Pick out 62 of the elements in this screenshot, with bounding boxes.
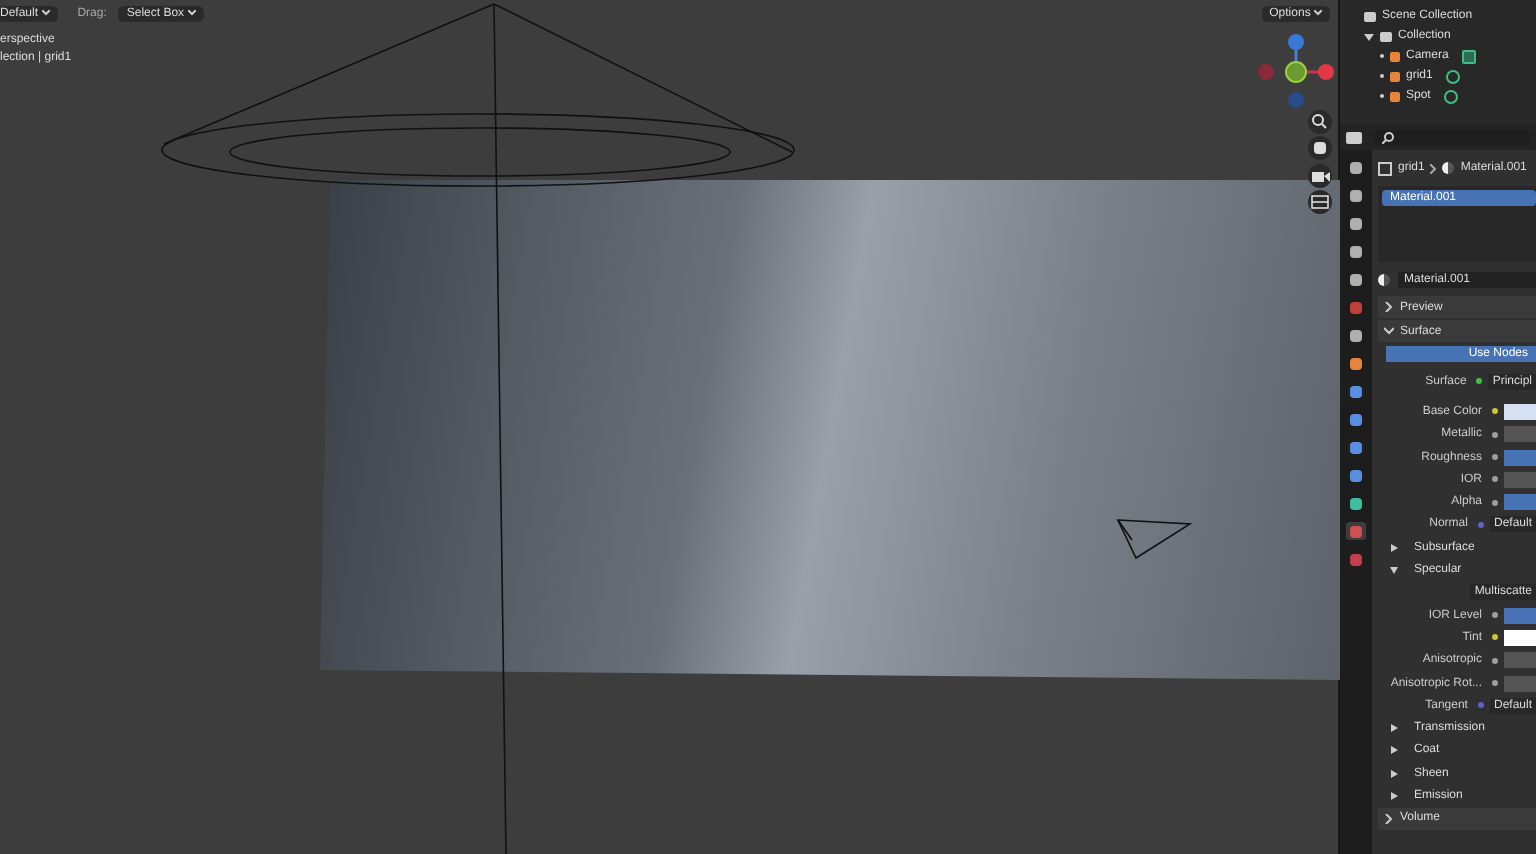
light-data-icon[interactable]: [1444, 89, 1459, 103]
properties-tab-icon[interactable]: [1346, 438, 1366, 456]
properties-tab-icon[interactable]: [1346, 214, 1366, 232]
grid-icon[interactable]: [1308, 190, 1332, 214]
properties-tab-icon[interactable]: [1346, 354, 1366, 372]
properties-tab-icon[interactable]: [1346, 298, 1366, 316]
color-swatch[interactable]: [1504, 629, 1536, 646]
triangle-icon: [1390, 566, 1398, 575]
caret-icon: [187, 10, 196, 16]
triangle-icon: [1390, 543, 1398, 552]
socket-icon[interactable]: [1492, 408, 1498, 415]
triangle-icon: [1390, 746, 1398, 755]
value-field[interactable]: [1504, 675, 1536, 691]
camera-data-icon[interactable]: [1462, 49, 1477, 63]
search-field[interactable]: [1374, 129, 1530, 145]
triangle-icon: [1390, 769, 1398, 778]
axis-gizmo-drawing[interactable]: [1258, 34, 1334, 108]
properties-tab-icon[interactable]: [1346, 270, 1366, 288]
material-icon: [1442, 162, 1455, 174]
socket-icon[interactable]: [1492, 499, 1498, 506]
caret-icon: [41, 10, 50, 16]
properties-tab-icon[interactable]: [1346, 242, 1366, 260]
material-icon[interactable]: [1378, 274, 1390, 286]
chevron-icon: [1384, 813, 1394, 824]
expand-toggle-icon[interactable]: [1364, 31, 1374, 41]
mesh-data-icon[interactable]: [1446, 69, 1461, 83]
properties-tab-icon[interactable]: [1346, 382, 1366, 400]
zoom-icon[interactable]: [1308, 110, 1332, 134]
properties-tab-icon[interactable]: [1346, 158, 1366, 176]
triangle-icon: [1390, 791, 1398, 800]
socket-icon[interactable]: [1476, 378, 1483, 385]
color-swatch[interactable]: [1504, 403, 1536, 420]
chevron-icon: [1430, 163, 1437, 173]
socket-icon[interactable]: [1492, 476, 1498, 483]
camera-icon[interactable]: [1308, 164, 1332, 188]
editor-type-icon[interactable]: [1346, 131, 1362, 143]
chevron-icon: [1384, 302, 1394, 312]
socket-icon[interactable]: [1492, 657, 1498, 664]
socket-icon[interactable]: [1492, 680, 1498, 686]
value-slider[interactable]: [1504, 607, 1536, 624]
value-field[interactable]: [1504, 426, 1536, 443]
camera-wireframe-drawing: [1116, 519, 1193, 560]
chevron-icon: [1384, 326, 1394, 336]
properties-tab-icon[interactable]: [1346, 466, 1366, 484]
caret-icon: [1314, 10, 1322, 16]
properties-tab-icon[interactable]: [1346, 326, 1366, 344]
properties-tab-icon[interactable]: [1346, 186, 1366, 204]
value-field[interactable]: [1504, 471, 1536, 488]
value-slider[interactable]: [1504, 449, 1536, 466]
value-slider[interactable]: [1504, 494, 1536, 511]
triangle-icon: [1390, 724, 1398, 733]
properties-tab-icon[interactable]: [1346, 494, 1366, 512]
socket-icon[interactable]: [1492, 634, 1498, 641]
properties-tab-icon[interactable]: [1346, 410, 1366, 428]
object-icon: [1378, 161, 1392, 175]
socket-icon[interactable]: [1492, 454, 1498, 461]
properties-tab-icon[interactable]: [1346, 550, 1366, 568]
socket-icon[interactable]: [1492, 612, 1498, 619]
properties-tab-icon[interactable]: [1346, 522, 1366, 540]
search-icon: [1382, 131, 1394, 143]
socket-icon[interactable]: [1492, 431, 1498, 438]
value-field[interactable]: [1504, 652, 1536, 669]
